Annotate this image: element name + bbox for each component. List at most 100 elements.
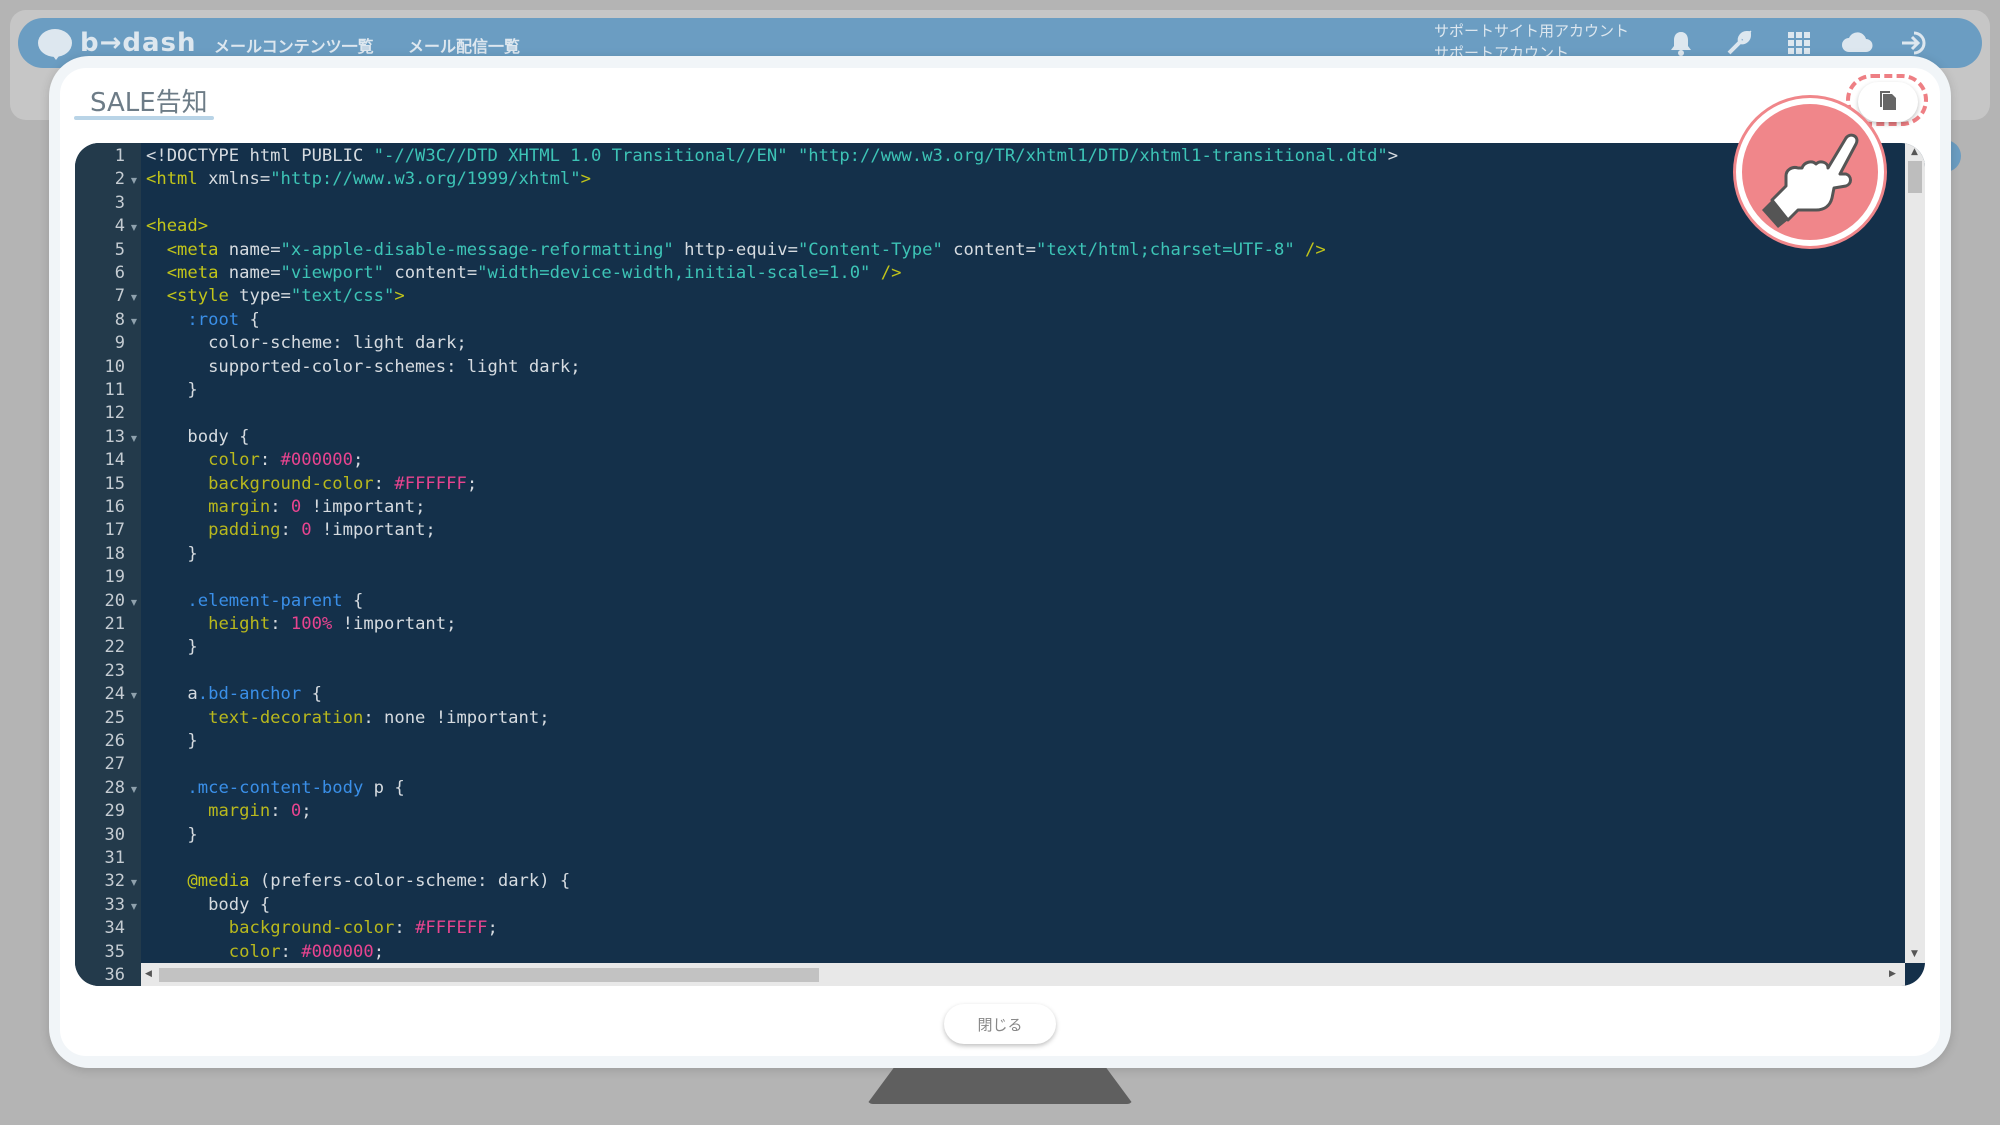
code-line: text-decoration: none !important; (146, 707, 550, 730)
code-token: .element-parent (187, 590, 343, 611)
vertical-scrollbar[interactable]: ▲ ▼ (1905, 143, 1925, 963)
vertical-scroll-thumb[interactable] (1908, 161, 1922, 193)
fold-arrow-icon[interactable]: ▼ (131, 176, 137, 185)
code-line: color-scheme: light dark; (146, 332, 467, 355)
code-token: !important; (332, 614, 457, 634)
code-token: : (259, 450, 281, 471)
code-token: ; (466, 473, 478, 494)
fold-arrow-icon[interactable]: ▼ (131, 598, 137, 607)
code-token: > (580, 169, 591, 190)
code-token: <html (146, 169, 198, 190)
code-token: <meta (166, 263, 219, 283)
scroll-up-arrow-icon[interactable]: ▲ (1911, 147, 1918, 157)
code-token: 100% (290, 614, 333, 634)
code-token: supported-color-schemes: light dark; (146, 356, 581, 377)
code-token: ; (487, 918, 498, 939)
bell-icon[interactable] (1664, 26, 1698, 60)
code-token: { (239, 309, 260, 330)
code-token: p { (363, 777, 405, 798)
code-line: } (146, 636, 197, 659)
code-token: <meta (166, 239, 219, 260)
fold-arrow-icon[interactable]: ▼ (131, 317, 137, 326)
line-number: 34 (104, 918, 125, 939)
account-site-name: サポートサイト用アカウント (1434, 22, 1630, 40)
close-button[interactable]: 閉じる (944, 1004, 1056, 1044)
code-token: type= (228, 286, 291, 307)
grid-icon[interactable] (1782, 26, 1816, 60)
line-number: 22 (104, 637, 125, 658)
code-line: :root { (146, 309, 260, 332)
line-number: 7 (114, 286, 125, 307)
scroll-right-arrow-icon[interactable]: ▶ (1889, 969, 1896, 979)
line-number: 6 (114, 263, 125, 283)
code-token: "width=device-width,initial-scale=1.0" (477, 263, 871, 283)
code-token: { (342, 590, 364, 611)
title-underline (74, 116, 214, 120)
code-token: 0 (301, 520, 312, 541)
line-number: 28 (104, 777, 125, 798)
code-token: :root (187, 309, 240, 330)
code-token: http-equiv= (673, 239, 798, 260)
code-token: <!DOCTYPE html PUBLIC (146, 146, 374, 166)
code-token: : (270, 497, 291, 517)
modal-title: SALE告知 (90, 88, 208, 118)
line-number: 27 (104, 754, 125, 775)
line-number: 33 (104, 894, 125, 915)
code-token: : none !important; (363, 707, 550, 728)
line-number: 12 (104, 403, 125, 424)
code-token: : (280, 941, 302, 962)
logout-icon[interactable] (1898, 26, 1932, 60)
code-token: body { (146, 426, 250, 447)
code-token: margin (208, 497, 271, 517)
code-token: 0 (290, 801, 302, 822)
line-number: 23 (104, 660, 125, 681)
code-token: ; (373, 941, 385, 962)
cloud-icon[interactable] (1840, 26, 1874, 60)
horizontal-scrollbar[interactable]: ◀ ▶ (141, 963, 1905, 986)
horizontal-scroll-thumb[interactable] (159, 968, 819, 982)
code-token: : (373, 473, 395, 494)
code-token: > (1387, 146, 1399, 166)
nav-mail-contents[interactable]: メールコンテンツ一覧 (214, 33, 374, 57)
wrench-icon[interactable] (1722, 26, 1756, 60)
fold-arrow-icon[interactable]: ▼ (131, 902, 137, 911)
fold-arrow-icon[interactable]: ▼ (131, 785, 137, 794)
code-token: { (301, 684, 322, 705)
code-token: name= (218, 239, 281, 260)
code-token: color-scheme: light dark; (146, 333, 467, 354)
code-token: margin (208, 801, 271, 822)
line-number: 15 (104, 473, 125, 494)
code-token: text-decoration (208, 707, 364, 728)
fold-arrow-icon[interactable]: ▼ (131, 223, 137, 232)
code-area[interactable]: <!DOCTYPE html PUBLIC "-//W3C//DTD XHTML… (146, 143, 1906, 963)
fold-arrow-icon[interactable]: ▼ (131, 878, 137, 887)
code-token: : (280, 520, 302, 541)
code-token: body { (146, 894, 271, 915)
scroll-left-arrow-icon[interactable]: ◀ (145, 969, 152, 979)
fold-arrow-icon[interactable]: ▼ (131, 434, 137, 443)
scroll-down-arrow-icon[interactable]: ▼ (1911, 949, 1918, 959)
code-token: } (146, 380, 198, 400)
code-editor[interactable]: 1 2 ▼ 3 4 ▼ 5 6 7 ▼ 8 ▼ 9 10 11 12 13 ▼ 14 15 16 17 18 19 20 ▼ 21 2… (75, 143, 1925, 986)
code-token: "Content-Type" (797, 239, 943, 260)
line-number: 25 (104, 707, 125, 728)
code-token: (prefers-color-scheme: dark) { (249, 871, 571, 892)
code-line: background-color: #FFFFFF; (146, 473, 477, 496)
fold-arrow-icon[interactable]: ▼ (131, 293, 137, 302)
code-token: /> (870, 263, 902, 283)
fold-arrow-icon[interactable]: ▼ (131, 691, 137, 700)
line-number: 29 (104, 801, 125, 822)
code-token: ; (352, 450, 364, 471)
code-token: } (146, 731, 198, 751)
nav-mail-delivery[interactable]: メール配信一覧 (408, 33, 520, 57)
code-token: /> (1294, 239, 1326, 260)
